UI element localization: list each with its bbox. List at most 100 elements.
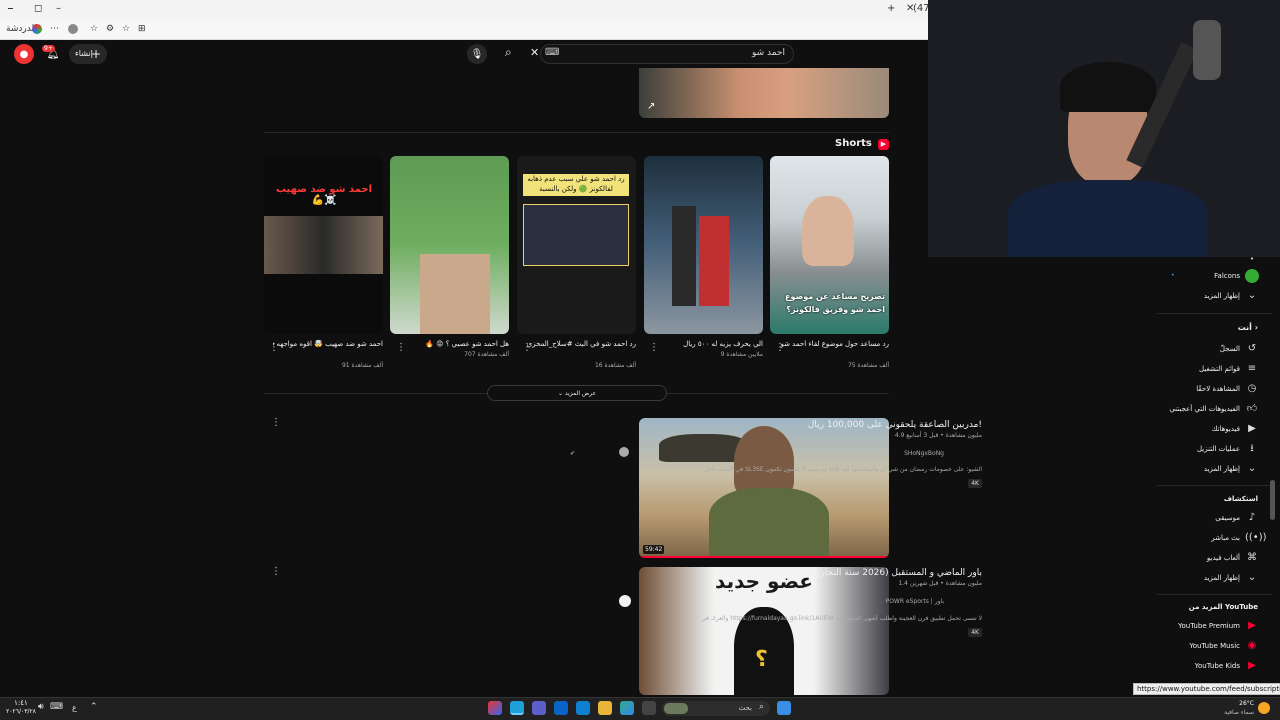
- chevron-down-icon: ⌄: [1247, 290, 1257, 301]
- shorts-logo-icon: ▶: [878, 139, 889, 150]
- network-icon[interactable]: ⌨: [50, 702, 63, 712]
- sidebar-item-music[interactable]: موسيقى: [1215, 514, 1240, 522]
- short-thumbnail[interactable]: تصريح مساعد عن موضوع احمد شو وفريق فالكو…: [770, 156, 889, 334]
- short-thumbnail[interactable]: [644, 156, 763, 334]
- sidebar-item-music-app[interactable]: YouTube Music: [1189, 642, 1240, 650]
- short-views: 91 ألف مشاهدة: [341, 362, 383, 369]
- chevron-up-icon[interactable]: ⌃: [90, 702, 98, 712]
- account-avatar[interactable]: ●: [14, 44, 34, 64]
- mic-icon[interactable]: 🎙︎: [467, 44, 487, 64]
- sidebar-show-more[interactable]: إظهار المزيد: [1204, 574, 1240, 582]
- language-indicator[interactable]: ع: [72, 703, 77, 712]
- weather-icon[interactable]: [1258, 702, 1270, 714]
- youtube-premium-icon: ▶: [1248, 620, 1256, 631]
- minimize-icon[interactable]: –: [56, 3, 61, 14]
- new-tab-icon[interactable]: +: [887, 3, 895, 14]
- video-title[interactable]: مدربين الصاعقة يلحقوني على 100,000 ريال!: [808, 420, 982, 430]
- outlook-icon[interactable]: [554, 701, 568, 715]
- webcam-overlay: [928, 0, 1280, 257]
- search-input[interactable]: احمد شو ⌨: [540, 44, 794, 64]
- back-icon[interactable]: ⎯: [8, 3, 13, 14]
- more-options-icon[interactable]: ⋮: [396, 342, 406, 353]
- video-thumbnail[interactable]: عضو جديد ؟: [639, 567, 889, 695]
- short-title[interactable]: رد مساعد حول موضوع لقاء احمد شو في بلوبر…: [779, 339, 889, 349]
- short-caption: احمد شو ضد صهيب ☠️💪: [275, 184, 373, 206]
- short-title[interactable]: هل احمد شو عصبي ؟ 😡 🔥: [399, 339, 509, 349]
- clear-search-icon[interactable]: ✕: [530, 46, 539, 59]
- copilot-taskbar-icon[interactable]: [620, 701, 634, 715]
- extensions-icon[interactable]: ⚙: [106, 24, 114, 34]
- short-thumbnail[interactable]: [390, 156, 509, 334]
- clock-icon: ◷: [1247, 383, 1257, 394]
- edge-icon[interactable]: [510, 701, 524, 715]
- sidebar-item-kids[interactable]: YouTube Kids: [1195, 662, 1240, 670]
- search-icon[interactable]: ⌕: [505, 45, 512, 60]
- more-options-icon[interactable]: ⋮: [271, 566, 281, 577]
- sidebar-item-falcons[interactable]: Falcons: [1214, 272, 1240, 280]
- short-views: 9 ملايين مشاهدة: [720, 351, 763, 358]
- split-icon[interactable]: ⊞: [138, 24, 146, 34]
- person-figure: [420, 254, 490, 334]
- restore-icon[interactable]: ◻: [34, 3, 42, 14]
- short-caption: رد احمد شو علي سبب عدم ذهابه لفالكونز 🟢 …: [523, 174, 629, 196]
- sidebar-item-your-videos[interactable]: فيديوهاتك: [1212, 425, 1240, 433]
- star-icon[interactable]: ☆: [122, 24, 130, 34]
- short-views: 707 ألف مشاهدة: [464, 351, 509, 358]
- short-title[interactable]: احمد شو ضد صهيب 🤯 اقوه مواجهه في شك بور …: [273, 339, 383, 349]
- sidebar-item-live[interactable]: بث مباشر: [1211, 534, 1240, 542]
- sidebar-item-history[interactable]: السجلّ: [1220, 345, 1240, 353]
- sidebar-item-downloads[interactable]: عمليات التنزيل: [1197, 445, 1240, 453]
- profile-avatar[interactable]: [68, 24, 78, 34]
- plus-icon: +: [90, 47, 101, 61]
- channel-name[interactable]: POWR eSports | باور: [886, 598, 944, 605]
- sidebar-scrollbar[interactable]: [1270, 480, 1275, 520]
- app-icon[interactable]: [488, 701, 502, 715]
- channel-name[interactable]: SHoNgxBoNg: [904, 450, 944, 457]
- sidebar-item-gaming[interactable]: ألعاب فيديو: [1207, 554, 1240, 562]
- video-duration: 59:42: [643, 545, 665, 554]
- clock-date[interactable]: ٢٠٢٦/٠٣/٢٨: [4, 708, 38, 715]
- show-more-button[interactable]: ⌄ عرض المزيد: [487, 385, 667, 401]
- more-options-icon[interactable]: ⋮: [522, 342, 532, 353]
- short-thumbnail[interactable]: احمد شو ضد صهيب ☠️💪: [264, 156, 383, 334]
- keyboard-icon[interactable]: ⌨: [545, 47, 559, 58]
- channel-avatar[interactable]: [619, 447, 629, 457]
- copilot-icon[interactable]: [32, 24, 42, 34]
- sidebar-explore-header: استكشاف: [1223, 495, 1258, 503]
- channel-avatar[interactable]: [619, 595, 631, 607]
- thumbs-up-icon: 👍︎: [1246, 403, 1258, 414]
- short-views: 16 ألف مشاهدة: [594, 362, 636, 369]
- volume-icon[interactable]: 🔊︎: [38, 702, 44, 712]
- sidebar-item-watch-later[interactable]: المشاهدة لاحقًا: [1196, 385, 1240, 393]
- video-thumbnail[interactable]: 59:42: [639, 418, 889, 558]
- sidebar-show-more[interactable]: إظهار المزيد: [1204, 292, 1240, 300]
- divider: [1157, 594, 1272, 595]
- file-explorer-icon[interactable]: [598, 701, 612, 715]
- more-options-icon[interactable]: ⋮: [649, 342, 659, 353]
- store-icon[interactable]: [576, 701, 590, 715]
- sidebar-you-header[interactable]: أنت ›: [1238, 323, 1258, 332]
- taskbar-search[interactable]: ⌕ بحث: [662, 701, 770, 716]
- windows-start-icon[interactable]: [777, 701, 791, 715]
- short-thumbnail[interactable]: رد احمد شو علي سبب عدم ذهابه لفالكونز 🟢 …: [517, 156, 636, 334]
- more-options-icon[interactable]: ⋮: [775, 342, 785, 353]
- favorites-icon[interactable]: ☆: [90, 24, 98, 34]
- sidebar-item-playlists[interactable]: قوائم التشغيل: [1199, 365, 1240, 373]
- create-button[interactable]: إنشاء +: [69, 44, 107, 64]
- quality-badge: 4K: [968, 479, 982, 488]
- more-options-icon[interactable]: ⋮: [269, 342, 279, 353]
- video-thumbnail[interactable]: ↗: [639, 68, 889, 118]
- teams-icon[interactable]: [532, 701, 546, 715]
- sidebar-show-more[interactable]: إظهار المزيد: [1204, 465, 1240, 473]
- more-icon[interactable]: ⋯: [50, 24, 59, 34]
- task-view-icon[interactable]: [642, 701, 656, 715]
- short-title[interactable]: رد احمد شو في البث #سلاح_المخزي #رابي_لل…: [526, 339, 636, 349]
- sidebar-item-premium[interactable]: YouTube Premium: [1178, 622, 1240, 630]
- video-title[interactable]: باور الماضي و المستقبل (2026 سنة التجارب…: [809, 568, 982, 578]
- more-options-icon[interactable]: ⋮: [271, 417, 281, 428]
- short-title[interactable]: الي يحرف يزيه له ٥٠٠ ريال: [653, 339, 763, 349]
- sidebar-item-liked[interactable]: الفيديوهات التي أعجبتني: [1169, 405, 1240, 413]
- stream-frame: [523, 204, 629, 266]
- group-photo: [264, 216, 383, 274]
- clock-time[interactable]: ١:٤١: [8, 699, 34, 707]
